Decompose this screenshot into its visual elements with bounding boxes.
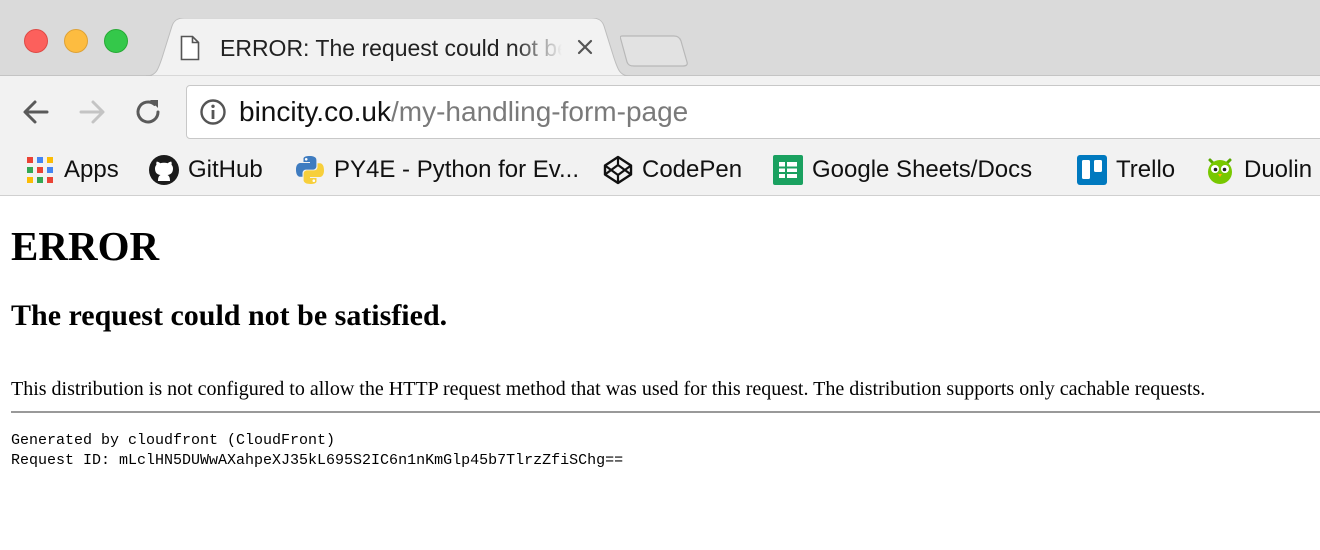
apps-grid-icon: [27, 157, 53, 183]
error-subheading: The request could not be satisfied.: [11, 299, 448, 332]
close-icon[interactable]: [574, 36, 596, 58]
bookmark-label: CodePen: [642, 156, 743, 183]
codepen-icon: [603, 155, 633, 185]
forward-arrow-icon[interactable]: [74, 94, 110, 130]
generated-by-text: Generated by cloudfront (CloudFront): [11, 432, 336, 449]
fullscreen-window-button[interactable]: [104, 29, 128, 53]
bookmark-codepen[interactable]: CodePen: [602, 152, 742, 188]
error-message: This distribution is not configured to a…: [11, 378, 1206, 400]
bookmark-label: GitHub: [188, 156, 263, 183]
google-sheets-icon: [773, 155, 803, 185]
trello-icon: [1077, 155, 1107, 185]
minimize-window-button[interactable]: [64, 29, 88, 53]
back-arrow-icon[interactable]: [18, 94, 54, 130]
address-bar[interactable]: bincity.co.uk/my-handling-form-page: [186, 85, 1320, 139]
bookmark-py4e[interactable]: PY4E - Python for Ev...: [294, 152, 579, 188]
duolingo-icon: [1208, 158, 1232, 184]
close-window-button[interactable]: [24, 29, 48, 53]
url-host: bincity.co.uk: [239, 96, 391, 127]
bookmarks-bar: Apps GitHub PY4E - Python for Ev... Code…: [0, 148, 1320, 196]
error-heading: ERROR: [11, 223, 160, 269]
tab-strip: ERROR: The request could not be satisfie…: [0, 0, 1320, 76]
bookmark-google-sheets[interactable]: Google Sheets/Docs: [772, 152, 1032, 188]
bookmark-trello[interactable]: Trello: [1076, 152, 1175, 188]
browser-toolbar: bincity.co.uk/my-handling-form-page: [0, 76, 1320, 148]
bookmark-label: Apps: [64, 156, 119, 183]
bookmark-duolingo[interactable]: Duolin: [1204, 152, 1312, 188]
python-icon: [296, 156, 324, 184]
bookmark-label: PY4E - Python for Ev...: [334, 156, 579, 183]
bookmark-label: Google Sheets/Docs: [812, 156, 1033, 183]
bookmark-github[interactable]: GitHub: [148, 152, 263, 188]
document-icon: [180, 35, 200, 61]
reload-icon[interactable]: [130, 94, 166, 130]
bookmark-apps[interactable]: Apps: [24, 152, 119, 188]
bookmark-label: Duolin: [1244, 156, 1313, 183]
tab-title: ERROR: The request could not be satisfie…: [220, 35, 562, 61]
github-icon: [149, 155, 179, 185]
url-text[interactable]: bincity.co.uk/my-handling-form-page: [239, 96, 688, 128]
url-path: /my-handling-form-page: [391, 96, 689, 127]
error-details: Generated by cloudfront (CloudFront) Requ…: [11, 431, 623, 471]
active-tab[interactable]: ERROR: The request could not be satisfie…: [146, 18, 630, 76]
page-content: ERROR The request could not be satisfied…: [0, 196, 1320, 550]
bookmark-label: Trello: [1116, 156, 1176, 183]
request-id-text: Request ID: mLclHN5DUWwAXahpeXJ35kL695S2…: [11, 452, 624, 469]
new-tab-button[interactable]: [620, 34, 690, 68]
info-icon[interactable]: [199, 98, 227, 126]
divider: [11, 411, 1320, 413]
